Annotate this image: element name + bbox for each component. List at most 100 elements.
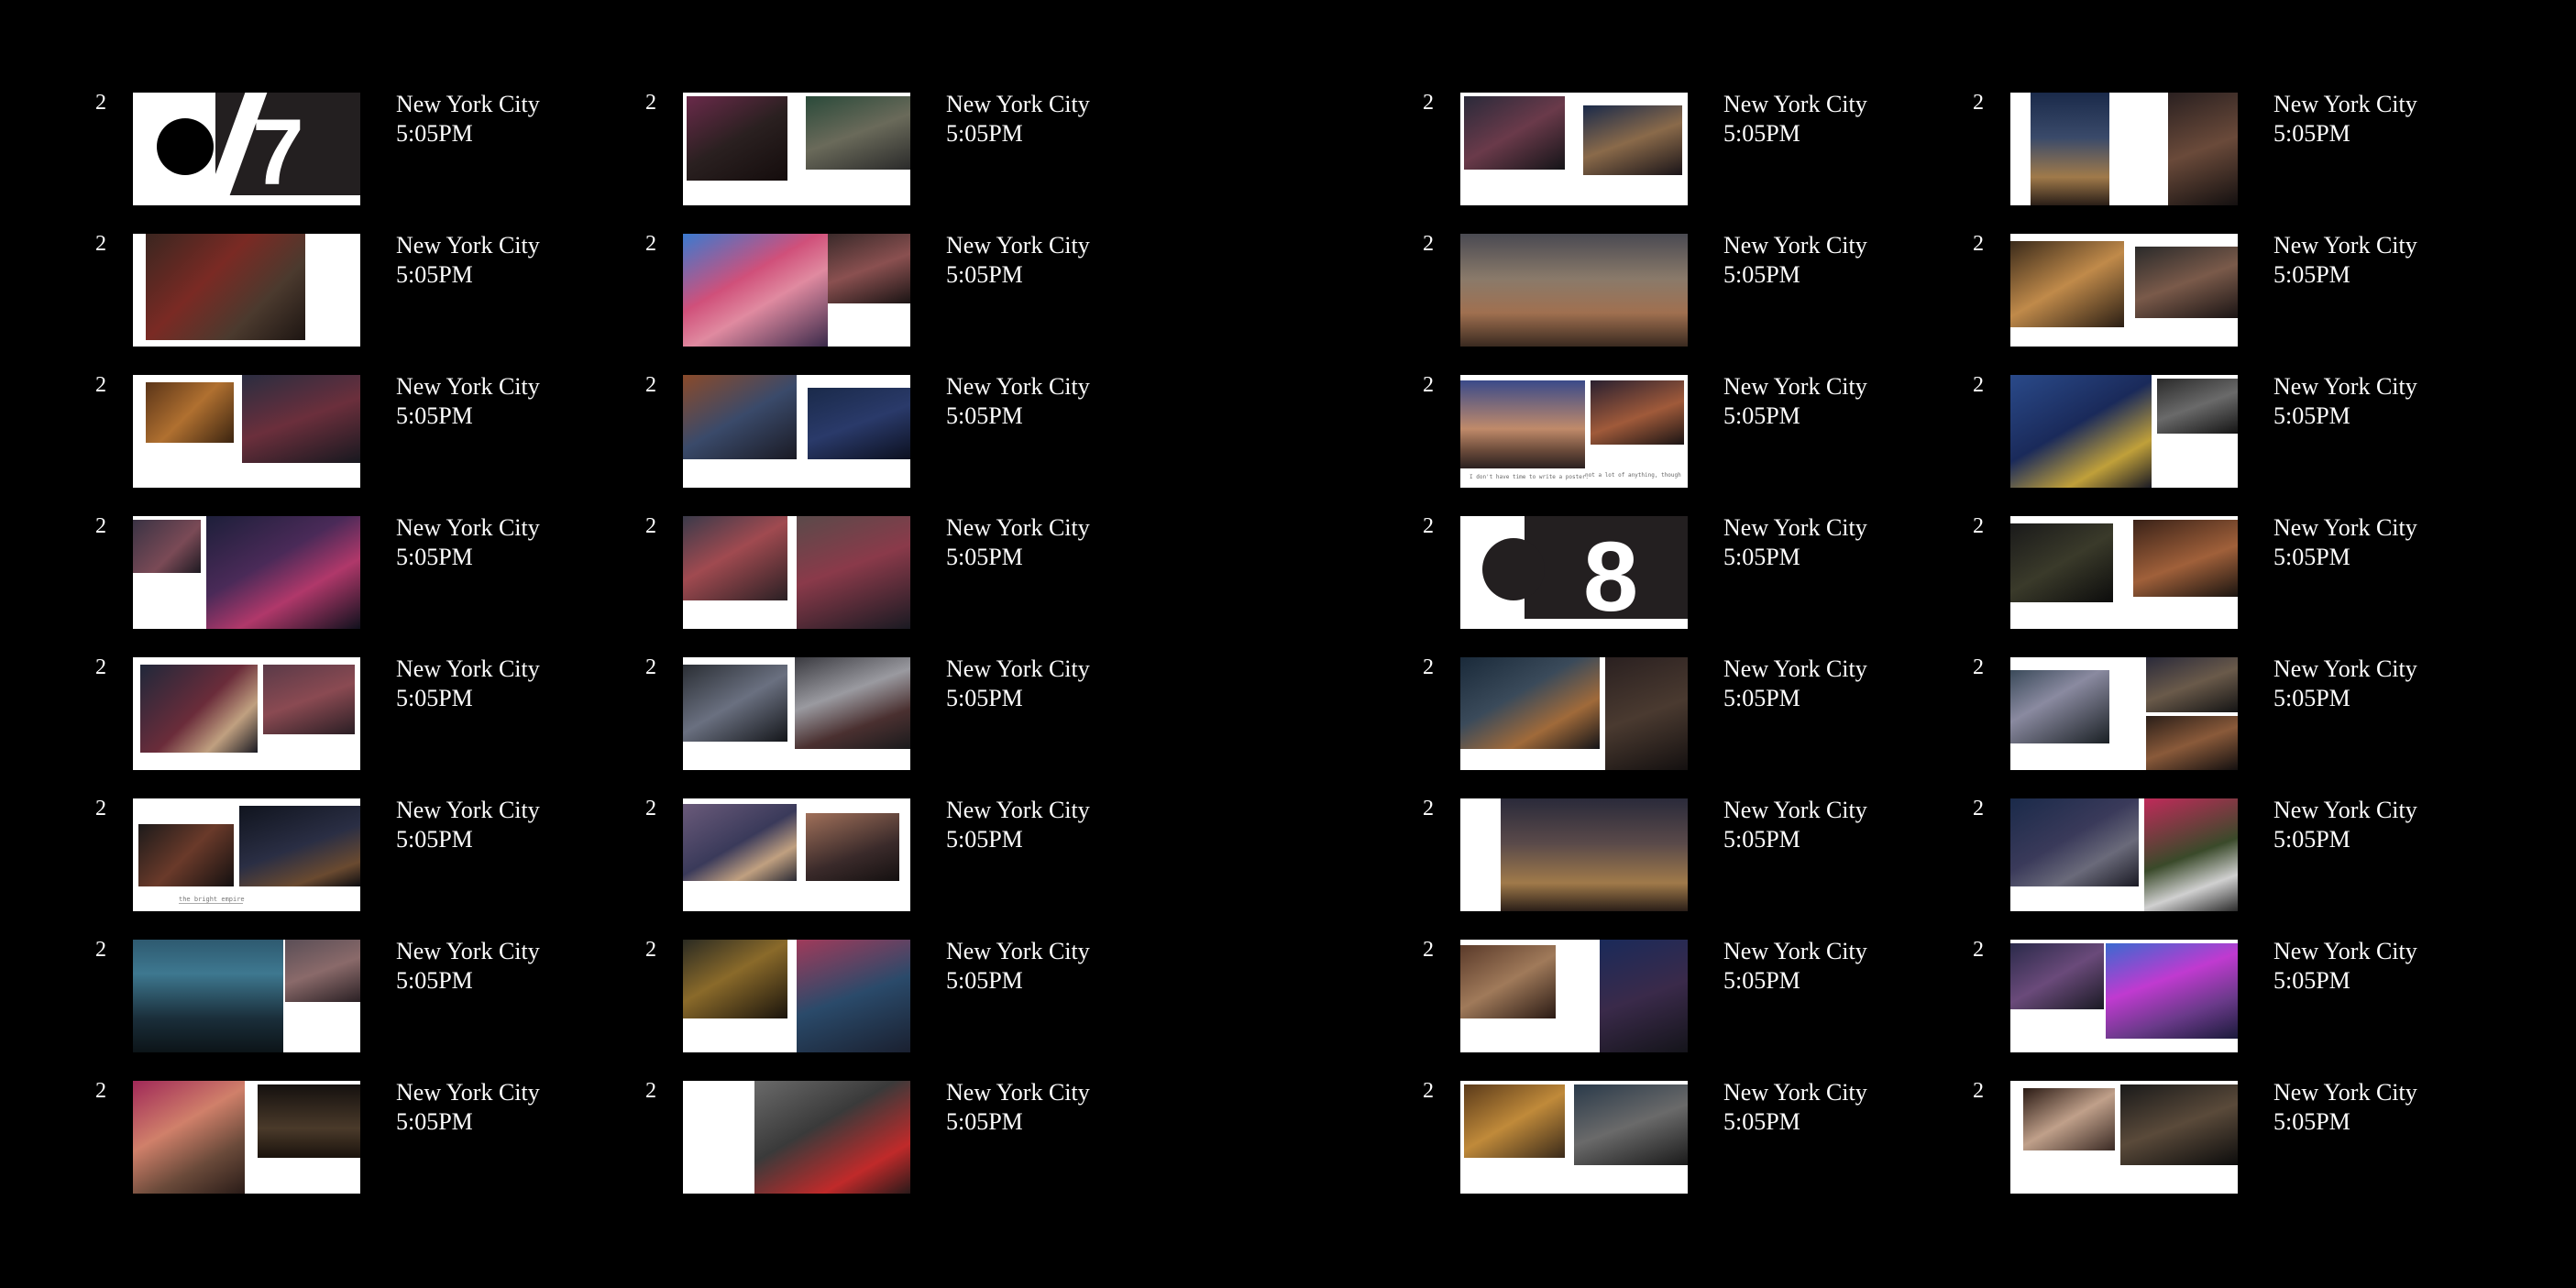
list-item[interactable]: 2 New York City 5:05PM	[95, 372, 609, 513]
list-item[interactable]: 2 New York City 5:05PM	[645, 231, 1159, 372]
list-item[interactable]: 2 I don't have time to write a poster. n…	[1423, 372, 1936, 513]
thumbnail[interactable]: the bright empire	[133, 798, 360, 911]
photo	[1605, 657, 1688, 770]
thumbnail[interactable]: 7	[133, 93, 360, 205]
list-item[interactable]: 2 New York City 5:05PM	[645, 1078, 1159, 1219]
list-item[interactable]: 2 New York City 5:05PM	[95, 513, 609, 655]
thumbnail[interactable]	[683, 657, 910, 770]
list-item[interactable]: 2 New York City 5:05PM	[1423, 655, 1936, 796]
time-label: 5:05PM	[396, 120, 473, 147]
list-item[interactable]: 2 8 New York City 5:05PM	[1423, 513, 1936, 655]
thumbnail[interactable]	[683, 940, 910, 1052]
list-item[interactable]: 2 the bright empire New York City 5:05PM	[95, 796, 609, 937]
thumbnail[interactable]	[683, 93, 910, 205]
list-item[interactable]: 2 New York City 5:05PM	[1423, 1078, 1936, 1219]
thumbnail[interactable]	[683, 375, 910, 488]
list-item[interactable]: 2 New York City 5:05PM	[645, 513, 1159, 655]
photo	[2157, 379, 2238, 434]
photo	[2106, 943, 2238, 1039]
list-item[interactable]: 2 New York City 5:05PM	[95, 937, 609, 1078]
list-item[interactable]: 2 New York City 5:05PM	[1423, 796, 1936, 937]
thumbnail[interactable]	[133, 940, 360, 1052]
time-label: 5:05PM	[1723, 261, 1800, 288]
time-label: 5:05PM	[2273, 826, 2350, 853]
list-item[interactable]: 2 New York City 5:05PM	[645, 372, 1159, 513]
item-text: New York City 5:05PM	[1723, 231, 1867, 290]
thumbnail[interactable]	[2010, 1081, 2238, 1194]
thumbnail[interactable]	[1460, 940, 1688, 1052]
thumbnail[interactable]	[2010, 93, 2238, 205]
city-label: New York City	[1723, 797, 1867, 823]
list-item[interactable]: 2 New York City 5:05PM	[1423, 937, 1936, 1078]
city-label: New York City	[2273, 91, 2417, 117]
item-count: 2	[95, 938, 106, 962]
thumbnail[interactable]	[133, 1081, 360, 1194]
item-text: New York City 5:05PM	[396, 90, 540, 149]
city-label: New York City	[1723, 373, 1867, 400]
thumbnail[interactable]	[683, 516, 910, 629]
thumbnail[interactable]	[133, 657, 360, 770]
thumbnail[interactable]	[133, 234, 360, 347]
item-text: New York City 5:05PM	[396, 655, 540, 713]
photo	[797, 516, 910, 629]
photo	[263, 665, 355, 734]
list-item[interactable]: 2 New York City 5:05PM	[95, 1078, 609, 1219]
item-count: 2	[1423, 655, 1434, 679]
circle-icon	[1482, 538, 1545, 600]
list-item[interactable]: 2 New York City 5:05PM	[1973, 231, 2486, 372]
photo	[1460, 234, 1688, 347]
thumbnail[interactable]	[2010, 798, 2238, 911]
list-item[interactable]: 2 New York City 5:05PM	[645, 796, 1159, 937]
thumbnail[interactable]	[1460, 798, 1688, 911]
list-item[interactable]: 2 New York City 5:05PM	[1973, 1078, 2486, 1219]
thumbnail[interactable]	[2010, 234, 2238, 347]
time-label: 5:05PM	[396, 544, 473, 570]
photo	[683, 665, 787, 742]
list-item[interactable]: 2 New York City 5:05PM	[645, 90, 1159, 231]
thumbnail[interactable]	[133, 375, 360, 488]
item-text: New York City 5:05PM	[2273, 937, 2417, 996]
photo	[1460, 380, 1585, 468]
column-1: 2 7 New York City 5:05PM 2 New York City…	[95, 90, 609, 1219]
item-text: New York City 5:05PM	[946, 655, 1090, 713]
list-item[interactable]: 2 New York City 5:05PM	[1973, 796, 2486, 937]
thumbnail[interactable]	[2010, 657, 2238, 770]
thumbnail[interactable]	[2010, 375, 2238, 488]
city-label: New York City	[1723, 91, 1867, 117]
list-item[interactable]: 2 New York City 5:05PM	[1423, 90, 1936, 231]
list-item[interactable]: 2 New York City 5:05PM	[1973, 937, 2486, 1078]
thumbnail[interactable]	[2010, 516, 2238, 629]
thumbnail[interactable]: I don't have time to write a poster. not…	[1460, 375, 1688, 488]
thumbnail[interactable]	[1460, 93, 1688, 205]
thumbnail[interactable]	[683, 234, 910, 347]
item-count: 2	[645, 655, 656, 679]
thumbnail[interactable]	[1460, 657, 1688, 770]
time-label: 5:05PM	[946, 685, 1023, 711]
thumbnail[interactable]	[683, 1081, 910, 1194]
item-count: 2	[95, 91, 106, 115]
list-item[interactable]: 2 New York City 5:05PM	[1973, 655, 2486, 796]
photo	[138, 824, 234, 886]
city-label: New York City	[2273, 232, 2417, 259]
list-item[interactable]: 2 New York City 5:05PM	[1973, 90, 2486, 231]
item-count: 2	[645, 938, 656, 962]
photo	[133, 940, 283, 1052]
list-item[interactable]: 2 New York City 5:05PM	[95, 231, 609, 372]
thumbnail[interactable]	[1460, 234, 1688, 347]
list-item[interactable]: 2 New York City 5:05PM	[645, 937, 1159, 1078]
list-item[interactable]: 2 New York City 5:05PM	[645, 655, 1159, 796]
thumbnail[interactable]	[1460, 1081, 1688, 1194]
city-label: New York City	[2273, 655, 2417, 682]
city-label: New York City	[946, 91, 1090, 117]
thumbnail[interactable]	[683, 798, 910, 911]
list-item[interactable]: 2 New York City 5:05PM	[1423, 231, 1936, 372]
list-item[interactable]: 2 7 New York City 5:05PM	[95, 90, 609, 231]
time-label: 5:05PM	[1723, 826, 1800, 853]
list-item[interactable]: 2 New York City 5:05PM	[95, 655, 609, 796]
list-item[interactable]: 2 New York City 5:05PM	[1973, 513, 2486, 655]
list-item[interactable]: 2 New York City 5:05PM	[1973, 372, 2486, 513]
photo	[2135, 247, 2238, 318]
thumbnail[interactable]	[2010, 940, 2238, 1052]
thumbnail[interactable]: 8	[1460, 516, 1688, 629]
thumbnail[interactable]	[133, 516, 360, 629]
